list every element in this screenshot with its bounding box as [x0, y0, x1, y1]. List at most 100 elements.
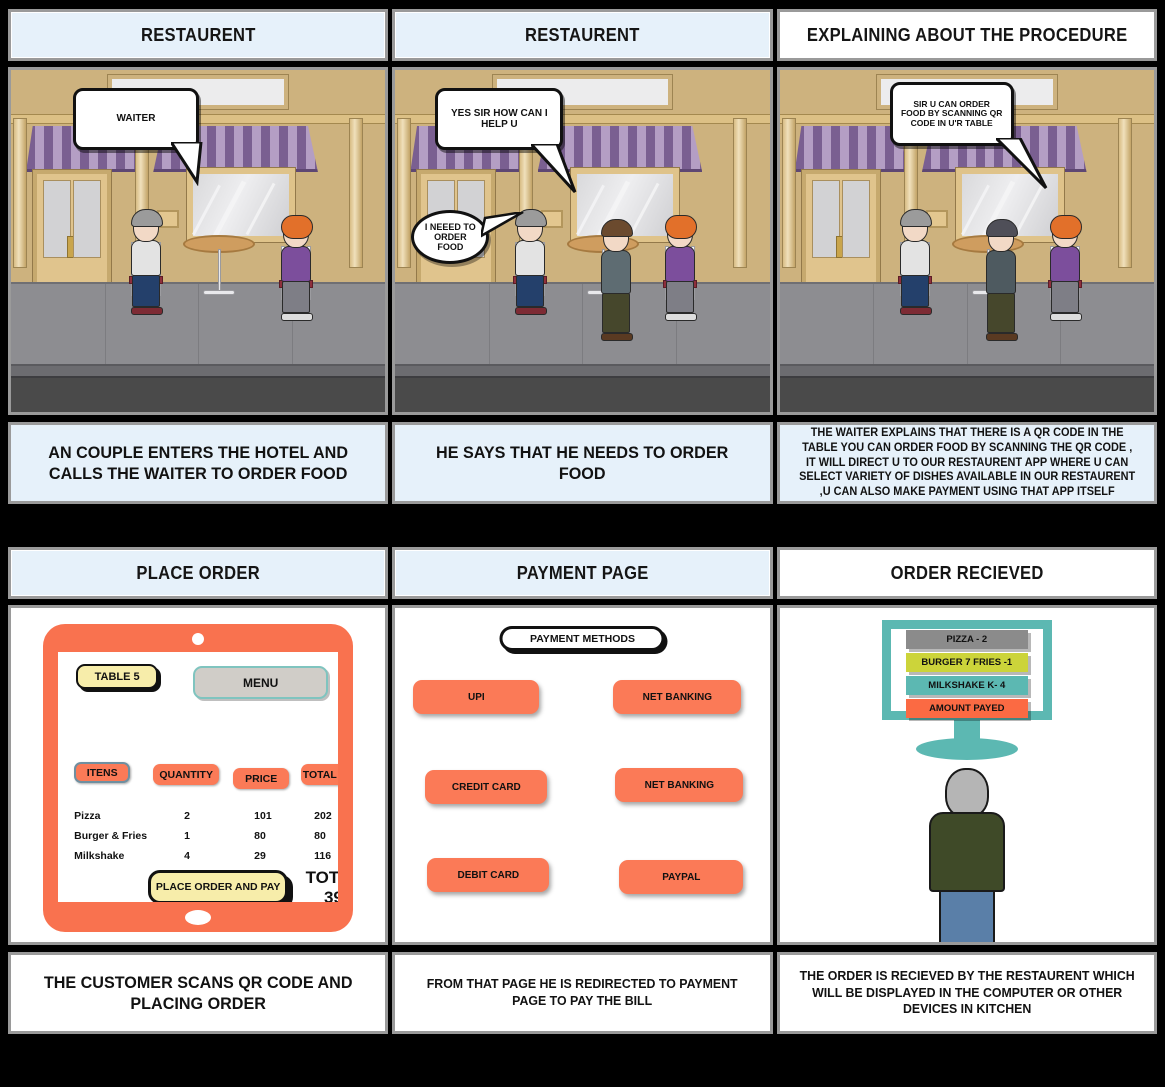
column-header-items: ITENS: [74, 762, 131, 783]
home-button[interactable]: [185, 910, 212, 925]
panel-6-title: ORDER RECIEVED: [890, 562, 1044, 583]
panel-1: RESTAURENT WAITER AN COUPLE ENTERS THE H…: [8, 0, 389, 514]
panel-3-title-bar: EXPLAINING ABOUT THE PROCEDURE: [776, 9, 1157, 61]
payment-method-upi[interactable]: UPI: [413, 680, 540, 714]
cafe-table: [183, 235, 255, 295]
panel-5: PAYMENT PAGE PAYMENT METHODS UPI NET BAN…: [392, 538, 773, 1087]
street: [395, 377, 770, 412]
panel-2-artwork: YES SIR HOW CAN I HELP U I NEEED TO ORDE…: [392, 67, 773, 415]
sidewalk: [779, 282, 1154, 365]
bubble-tail-3: [481, 212, 524, 238]
column-header-total-price: TOTAL PRICE: [301, 764, 339, 785]
bubble-tail-1: [171, 142, 203, 186]
pillar-1: [781, 118, 796, 268]
payment-method-net-banking-2[interactable]: NET BANKING: [615, 768, 744, 802]
camera-dot-icon: [192, 633, 205, 645]
panel-4-caption-bar: THE CUSTOMER SCANS QR CODE AND PLACING O…: [8, 952, 389, 1034]
panel-2-caption-bar: HE SAYS THAT HE NEEDS TO ORDER FOOD: [392, 422, 773, 504]
order-item-qty: 4: [184, 850, 190, 862]
panel-5-caption: FROM THAT PAGE HE IS REDIRECTED TO PAYME…: [427, 976, 738, 1008]
panel-1-artwork: WAITER: [8, 67, 389, 415]
panel-1-title-bar: RESTAURENT: [8, 9, 389, 61]
panel-2-title-bar: RESTAURENT: [392, 9, 773, 61]
column-header-price: PRICE: [233, 768, 290, 789]
tablet-screen: TABLE 5 MENU ITENS QUANTITY PRICE TOTAL …: [58, 652, 339, 902]
order-item-qty: 1: [184, 830, 190, 842]
panel-4-artwork: TABLE 5 MENU ITENS QUANTITY PRICE TOTAL …: [8, 605, 389, 945]
figure-legs: [938, 890, 995, 942]
place-order-and-pay-button[interactable]: PLACE ORDER AND PAY: [148, 870, 289, 902]
panel-5-caption-bar: FROM THAT PAGE HE IS REDIRECTED TO PAYME…: [392, 952, 773, 1034]
table-number-badge: TABLE 5: [76, 664, 159, 689]
panel-1-caption: AN COUPLE ENTERS THE HOTEL AND CALLS THE…: [48, 442, 349, 483]
order-item-price: 101: [254, 810, 272, 822]
panel-3: EXPLAINING ABOUT THE PROCEDURE SIR U CAN…: [776, 0, 1157, 514]
character-waiter: [985, 219, 1018, 341]
pillar-3: [733, 118, 748, 268]
panel-3-caption-bar: THE WAITER EXPLAINS THAT THERE IS A QR C…: [776, 422, 1157, 504]
character-woman: [1049, 215, 1082, 321]
order-total-label: TOTAL :: [305, 868, 339, 887]
bubble-tail-2: [531, 144, 577, 194]
speech-bubble-qr-explanation: SIR U CAN ORDER FOOD BY SCANNING QR CODE…: [889, 82, 1014, 146]
street: [11, 377, 386, 412]
order-item-total: 80: [314, 830, 326, 842]
entrance-door: [32, 169, 112, 291]
order-item-qty: 2: [184, 810, 190, 822]
pillar-1: [13, 118, 27, 268]
order-line-pizza: PIZZA - 2: [905, 630, 1028, 649]
payment-method-paypal[interactable]: PAYPAL: [619, 860, 744, 894]
panel-6-caption-bar: THE ORDER IS RECIEVED BY THE RESTAURENT …: [776, 952, 1157, 1034]
order-item-total: 202: [314, 810, 332, 822]
panel-5-title-bar: PAYMENT PAGE: [392, 547, 773, 599]
payment-method-net-banking-1[interactable]: NET BANKING: [613, 680, 742, 714]
character-waiter: [601, 219, 634, 341]
sidewalk: [11, 282, 386, 365]
character-man: [131, 209, 163, 315]
panel-2: RESTAURENT YES SIR HOW CAN I HELP U I NE…: [392, 0, 773, 514]
sidewalk: [395, 282, 770, 365]
storyboard-row-1: RESTAURENT WAITER AN COUPLE ENTERS THE H…: [0, 0, 1165, 514]
speech-bubble-waiter-greeting: YES SIR HOW CAN I HELP U: [435, 88, 564, 150]
order-item-price: 80: [254, 830, 266, 842]
menu-button[interactable]: MENU: [193, 666, 329, 699]
curb: [395, 364, 770, 378]
door-handle: [67, 236, 77, 258]
panel-4-caption: THE CUSTOMER SCANS QR CODE AND PLACING O…: [43, 972, 353, 1013]
column-header-quantity: QUANTITY: [153, 764, 220, 785]
panel-4-title-bar: PLACE ORDER: [8, 547, 389, 599]
panel-3-caption: THE WAITER EXPLAINS THAT THERE IS A QR C…: [798, 427, 1135, 499]
order-item-name: Pizza: [74, 810, 101, 822]
panel-1-caption-bar: AN COUPLE ENTERS THE HOTEL AND CALLS THE…: [8, 422, 389, 504]
bubble-tail-4: [995, 138, 1047, 190]
character-woman: [665, 215, 698, 321]
order-item-price: 29: [254, 850, 266, 862]
panel-4-title: PLACE ORDER: [136, 562, 260, 583]
pillar-3: [349, 118, 363, 268]
tablet-device: TABLE 5 MENU ITENS QUANTITY PRICE TOTAL …: [43, 624, 354, 932]
panel-2-caption: HE SAYS THAT HE NEEDS TO ORDER FOOD: [436, 442, 729, 483]
order-total: TOTAL : 398: [298, 868, 339, 902]
window-glint-3: [245, 182, 276, 236]
panel-5-artwork: PAYMENT METHODS UPI NET BANKING CREDIT C…: [392, 605, 773, 945]
order-item-name: Milkshake: [74, 850, 125, 862]
payment-methods-heading: PAYMENT METHODS: [499, 626, 665, 651]
monitor-base: [915, 738, 1018, 760]
character-man: [899, 209, 932, 315]
panel-6-title-bar: ORDER RECIEVED: [776, 547, 1157, 599]
curb: [779, 364, 1154, 378]
kitchen-staff-figure: [927, 768, 1007, 942]
panel-3-title: EXPLAINING ABOUT THE PROCEDURE: [806, 24, 1128, 45]
order-item-total: 116: [314, 850, 332, 862]
street: [779, 377, 1154, 412]
figure-head: [944, 768, 989, 818]
panel-4: PLACE ORDER TABLE 5 MENU ITENS QUANTITY …: [8, 538, 389, 1087]
payment-method-debit-card[interactable]: DEBIT CARD: [427, 858, 550, 892]
order-line-amount-payed: AMOUNT PAYED: [905, 699, 1028, 718]
panel-6: ORDER RECIEVED PIZZA - 2 BURGER 7 FRIES …: [776, 538, 1157, 1087]
panel-5-title: PAYMENT PAGE: [516, 562, 649, 583]
figure-body: [928, 812, 1005, 892]
payment-method-credit-card[interactable]: CREDIT CARD: [425, 770, 548, 804]
storyboard-row-2: PLACE ORDER TABLE 5 MENU ITENS QUANTITY …: [0, 538, 1165, 1087]
pillar-3: [1117, 118, 1132, 268]
